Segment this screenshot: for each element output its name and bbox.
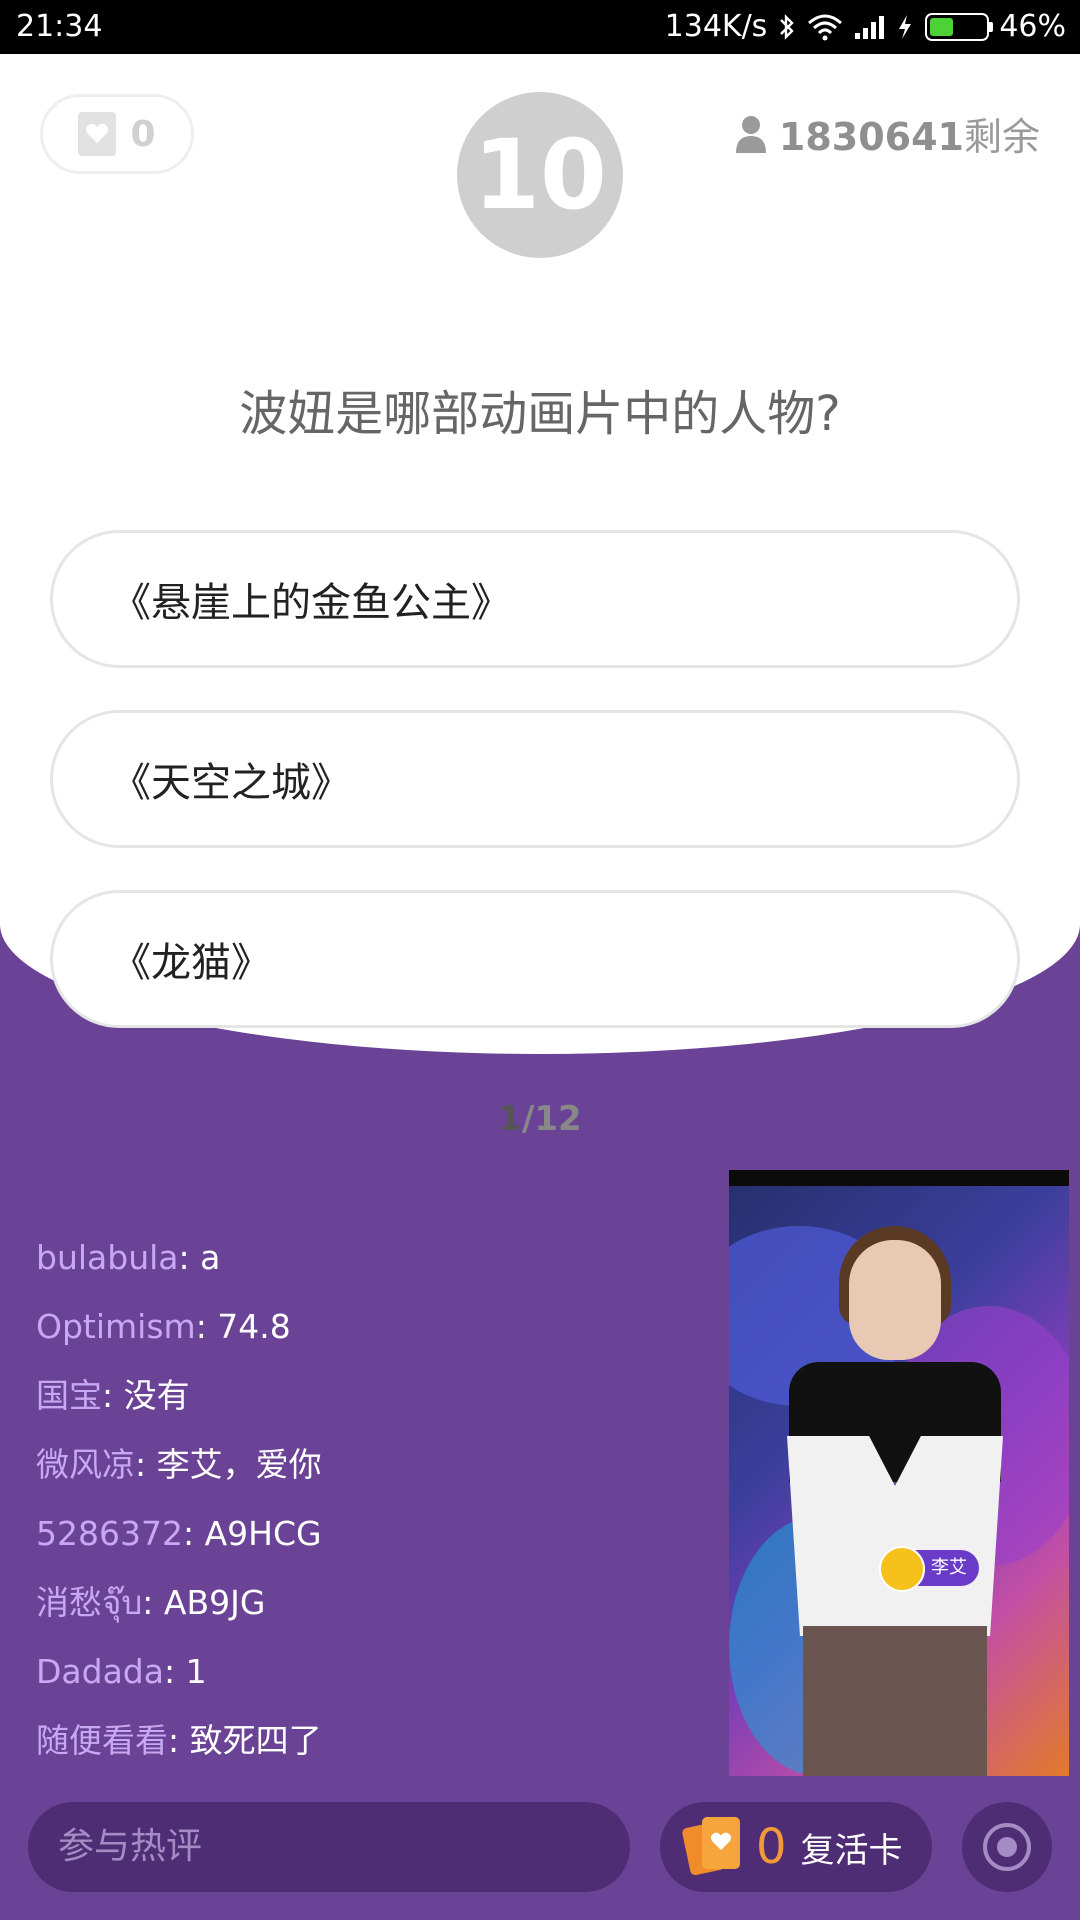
chat-username: 随便看看 xyxy=(36,1721,168,1760)
host-pants xyxy=(803,1626,987,1776)
chat-text: : AB9JG xyxy=(142,1583,266,1622)
chat-text: : 李艾，爱你 xyxy=(135,1445,322,1484)
progress-total: /12 xyxy=(521,1099,582,1139)
lives-counter[interactable]: 0 xyxy=(40,94,194,174)
chat-text: : a xyxy=(178,1238,221,1277)
answer-option-2[interactable]: 《天空之城》 xyxy=(50,710,1020,848)
progress-current: 1 xyxy=(498,1099,522,1139)
host-video[interactable]: 李艾 xyxy=(729,1170,1069,1776)
record-icon xyxy=(983,1823,1031,1871)
answer-option-3[interactable]: 《龙猫》 xyxy=(50,890,1020,1028)
signal-icon xyxy=(855,16,885,39)
remaining-players: 1830641剩余 xyxy=(735,106,1040,161)
battery-percent: 46% xyxy=(999,9,1066,44)
chat-message: 微风凉: 李艾，爱你 xyxy=(36,1445,716,1514)
host-face xyxy=(849,1240,941,1360)
comment-input[interactable]: 参与热评 xyxy=(28,1802,630,1892)
remaining-count: 1830641 xyxy=(778,115,964,159)
chat-message: 5286372: A9HCG xyxy=(36,1514,716,1583)
status-bar: 21:34 134K/s 46% xyxy=(0,0,1080,54)
chat-message: Dadada: 1 xyxy=(36,1652,716,1721)
chat-username: 消愁จุ๊บ xyxy=(36,1583,143,1622)
chat-username: bulabula xyxy=(36,1238,179,1277)
chat-text: : 74.8 xyxy=(195,1307,291,1346)
chat-message: 随便看看: 致死四了 xyxy=(36,1721,716,1790)
chat-text: : 致死四了 xyxy=(168,1721,322,1760)
question-card: 0 10 1830641剩余 波妞是哪部动画片中的人物? 《悬崖上的金鱼公主》 … xyxy=(0,54,1080,1139)
status-time: 21:34 xyxy=(16,9,103,44)
status-right: 134K/s 46% xyxy=(665,0,1066,54)
lives-count: 0 xyxy=(130,113,156,155)
battery-icon xyxy=(925,13,994,41)
chat-username: 5286372 xyxy=(36,1514,183,1553)
chat-text: : A9HCG xyxy=(182,1514,322,1553)
revive-count: 0 xyxy=(756,1819,787,1875)
question-text: 波妞是哪部动画片中的人物? xyxy=(239,386,841,442)
chat-username: 国宝 xyxy=(36,1376,102,1415)
wifi-icon xyxy=(808,14,843,41)
chat-text: : 没有 xyxy=(102,1376,190,1415)
revive-label: 复活卡 xyxy=(800,1830,903,1871)
remaining-label: 剩余 xyxy=(963,115,1040,159)
chat-message: bulabula: a xyxy=(36,1238,716,1307)
chat-username: Dadada xyxy=(36,1652,164,1691)
network-speed: 134K/s xyxy=(664,9,768,44)
charging-icon xyxy=(899,15,912,39)
question-progress: 1/12 xyxy=(0,1099,1080,1139)
record-button[interactable] xyxy=(962,1802,1052,1892)
bluetooth-icon xyxy=(780,14,795,40)
host-name-badge: 李艾 xyxy=(879,1546,979,1592)
chat-feed: bulabula: a Optimism: 74.8 国宝: 没有 微风凉: 李… xyxy=(36,1238,716,1790)
chat-text: : 1 xyxy=(163,1652,207,1691)
chat-message: 消愁จุ๊บ: AB9JG xyxy=(36,1583,716,1652)
user-icon xyxy=(735,115,766,153)
host-name: 李艾 xyxy=(931,1557,967,1578)
battery-fill xyxy=(930,18,954,36)
heart-card-icon xyxy=(78,112,117,156)
answer-option-1[interactable]: 《悬崖上的金鱼公主》 xyxy=(50,530,1020,668)
chat-message: 国宝: 没有 xyxy=(36,1376,716,1445)
countdown-timer: 10 xyxy=(457,92,623,258)
chat-message: Optimism: 74.8 xyxy=(36,1307,716,1376)
revive-card-button[interactable]: 0 复活卡 xyxy=(660,1802,932,1892)
revive-card-icon xyxy=(681,1817,742,1877)
coin-icon xyxy=(879,1546,925,1592)
chat-username: Optimism xyxy=(36,1307,196,1346)
chat-username: 微风凉 xyxy=(36,1445,135,1484)
